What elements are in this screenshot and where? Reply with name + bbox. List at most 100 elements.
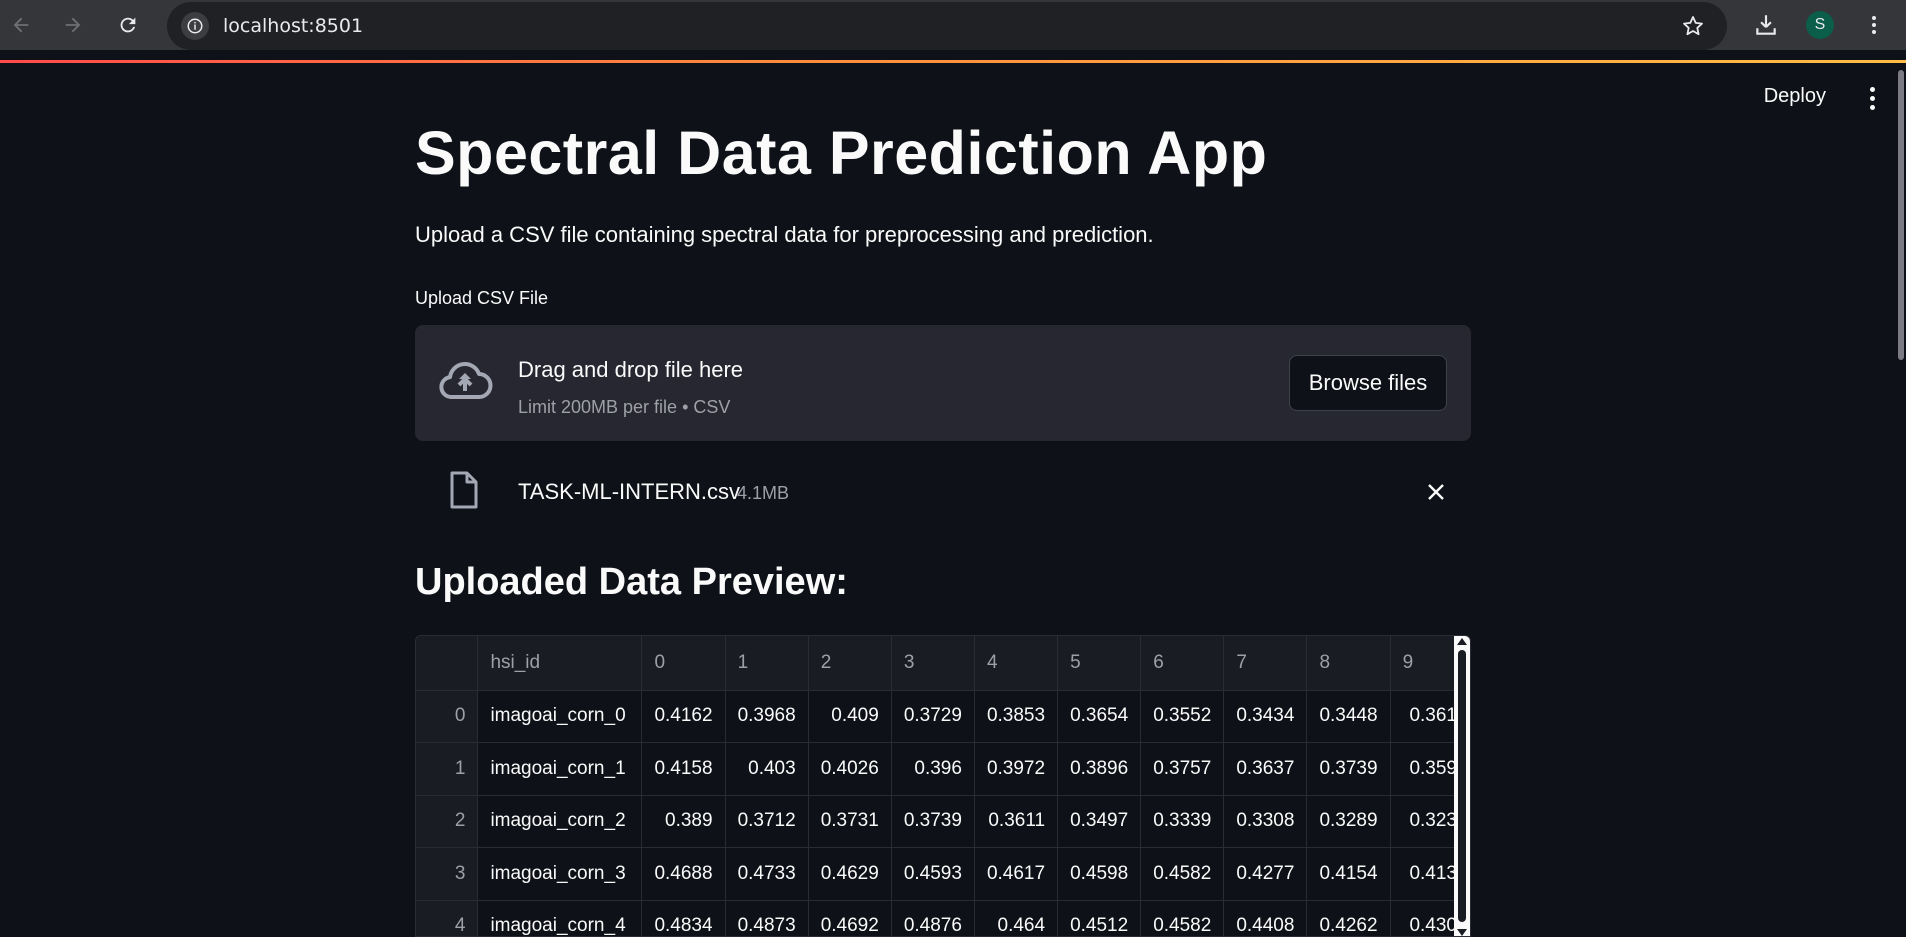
address-bar[interactable]: localhost:8501 — [167, 2, 1727, 50]
forward-arrow-icon[interactable] — [55, 7, 91, 43]
table-cell[interactable]: 0.4582 — [1140, 847, 1225, 901]
column-header[interactable]: hsi_id — [477, 636, 643, 691]
table-row: 3 imagoai_corn_3 0.4688 0.4733 0.4629 0.4593 0… — [416, 847, 1470, 901]
table-cell[interactable]: 0.4733 — [725, 847, 809, 901]
dropzone-title: Drag and drop file here — [518, 357, 744, 382]
table-cell[interactable]: imagoai_corn_2 — [477, 795, 643, 848]
table-cell[interactable]: imagoai_corn_1 — [477, 742, 643, 796]
kebab-menu-icon[interactable] — [1856, 7, 1892, 43]
table-cell[interactable]: 0.4162 — [641, 690, 726, 743]
table-cell[interactable]: 0.4158 — [641, 742, 726, 796]
back-arrow-icon[interactable] — [3, 7, 39, 43]
table-cell[interactable]: 0.3308 — [1223, 795, 1308, 848]
reload-icon[interactable] — [110, 7, 146, 43]
row-index-cell[interactable]: 2 — [416, 795, 479, 848]
table-cell[interactable]: imagoai_corn_4 — [477, 900, 643, 936]
data-preview-table[interactable]: hsi_id 0 1 2 3 4 5 6 7 8 9 0 imagoai_corn_0 0.4162 0.… — [415, 635, 1471, 937]
table-cell[interactable]: 0.3637 — [1223, 742, 1308, 796]
table-cell[interactable]: 0.3729 — [891, 690, 975, 743]
page-subtitle: Upload a CSV file containing spectral da… — [415, 222, 1154, 247]
table-cell[interactable]: 0.396 — [891, 742, 975, 796]
table-cell[interactable]: 0.4876 — [891, 900, 975, 936]
table-cell[interactable]: 0.3896 — [1057, 742, 1142, 796]
file-icon — [449, 471, 479, 509]
table-cell[interactable]: 0.4408 — [1223, 900, 1308, 936]
table-cell[interactable]: 0.3712 — [725, 795, 809, 848]
index-header[interactable] — [416, 636, 479, 691]
table-cell[interactable]: 0.389 — [641, 795, 726, 848]
dataframe: hsi_id 0 1 2 3 4 5 6 7 8 9 0 imagoai_corn_0 0.4162 0.… — [416, 636, 1470, 936]
bookmark-star-icon[interactable] — [1681, 14, 1705, 43]
table-cell[interactable]: 0.4692 — [808, 900, 892, 936]
scroll-down-arrow-icon[interactable] — [1457, 929, 1467, 936]
table-cell[interactable]: 0.3497 — [1057, 795, 1142, 848]
table-cell[interactable]: 0.464 — [974, 900, 1059, 936]
table-cell[interactable]: 0.3654 — [1057, 690, 1142, 743]
table-cell[interactable]: 0.409 — [808, 690, 892, 743]
table-cell[interactable]: 0.4617 — [974, 847, 1059, 901]
site-info-icon[interactable] — [181, 12, 209, 40]
table-cell[interactable]: 0.3739 — [891, 795, 975, 848]
page-scrollbar[interactable] — [1898, 70, 1904, 360]
page-title: Spectral Data Prediction App — [415, 119, 1268, 187]
browser-toolbar: localhost:8501 S — [0, 0, 1906, 50]
table-cell[interactable]: 0.4598 — [1057, 847, 1142, 901]
profile-avatar[interactable]: S — [1802, 7, 1838, 43]
column-header[interactable]: 3 — [891, 636, 975, 691]
row-index-cell[interactable]: 0 — [416, 690, 479, 743]
address-url[interactable]: localhost:8501 — [223, 15, 363, 37]
table-row: 4 imagoai_corn_4 0.4834 0.4873 0.4692 0.4876 0… — [416, 900, 1470, 936]
table-cell[interactable]: 0.3757 — [1140, 742, 1225, 796]
table-cell[interactable]: 0.3434 — [1223, 690, 1308, 743]
column-header[interactable]: 4 — [974, 636, 1059, 691]
table-cell[interactable]: 0.3289 — [1306, 795, 1391, 848]
table-cell[interactable]: 0.4026 — [808, 742, 892, 796]
table-cell[interactable]: 0.4834 — [641, 900, 726, 936]
table-scroll-thumb[interactable] — [1458, 650, 1466, 922]
streamlit-app: Deploy Spectral Data Prediction App Uplo… — [0, 63, 1906, 937]
table-cell[interactable]: 0.4154 — [1306, 847, 1391, 901]
table-cell[interactable]: 0.4277 — [1223, 847, 1308, 901]
deploy-button[interactable]: Deploy — [1764, 85, 1826, 108]
column-header[interactable]: 7 — [1223, 636, 1308, 691]
table-cell[interactable]: imagoai_corn_0 — [477, 690, 643, 743]
row-index-cell[interactable]: 1 — [416, 742, 479, 796]
table-cell[interactable]: 0.3853 — [974, 690, 1059, 743]
dropzone-limit: Limit 200MB per file • CSV — [518, 397, 731, 417]
row-index-cell[interactable]: 3 — [416, 847, 479, 901]
table-cell[interactable]: 0.4629 — [808, 847, 892, 901]
table-cell[interactable]: 0.3339 — [1140, 795, 1225, 848]
table-cell[interactable]: 0.3968 — [725, 690, 809, 743]
column-header[interactable]: 8 — [1306, 636, 1391, 691]
close-icon[interactable] — [1421, 477, 1451, 507]
table-cell[interactable]: 0.4593 — [891, 847, 975, 901]
table-cell[interactable]: 0.403 — [725, 742, 809, 796]
table-cell[interactable]: 0.4688 — [641, 847, 726, 901]
table-cell[interactable]: imagoai_corn_3 — [477, 847, 643, 901]
table-cell[interactable]: 0.4873 — [725, 900, 809, 936]
table-cell[interactable]: 0.3731 — [808, 795, 892, 848]
table-cell[interactable]: 0.3611 — [974, 795, 1059, 848]
column-header[interactable]: 0 — [641, 636, 726, 691]
table-cell[interactable]: 0.3739 — [1306, 742, 1391, 796]
download-icon[interactable] — [1748, 7, 1784, 43]
table-cell[interactable]: 0.4262 — [1306, 900, 1391, 936]
table-cell[interactable]: 0.3552 — [1140, 690, 1225, 743]
row-index-cell[interactable]: 4 — [416, 900, 479, 936]
table-scrollbar[interactable] — [1454, 636, 1470, 936]
table-cell[interactable]: 0.4512 — [1057, 900, 1142, 936]
table-cell[interactable]: 0.4582 — [1140, 900, 1225, 936]
column-header[interactable]: 2 — [808, 636, 892, 691]
table-cell[interactable]: 0.3972 — [974, 742, 1059, 796]
column-header[interactable]: 5 — [1057, 636, 1142, 691]
column-header[interactable]: 6 — [1140, 636, 1225, 691]
file-dropzone[interactable]: Drag and drop file here Limit 200MB per … — [415, 325, 1471, 441]
scroll-up-arrow-icon[interactable] — [1457, 638, 1467, 645]
preview-heading: Uploaded Data Preview: — [415, 561, 848, 603]
browse-files-button[interactable]: Browse files — [1289, 355, 1447, 411]
table-header-row: hsi_id 0 1 2 3 4 5 6 7 8 9 — [416, 636, 1470, 691]
uploaded-file-row: TASK-ML-INTERN.csv 4.1MB — [415, 463, 1471, 523]
table-cell[interactable]: 0.3448 — [1306, 690, 1391, 743]
column-header[interactable]: 1 — [725, 636, 809, 691]
kebab-menu-icon[interactable] — [1860, 83, 1884, 113]
